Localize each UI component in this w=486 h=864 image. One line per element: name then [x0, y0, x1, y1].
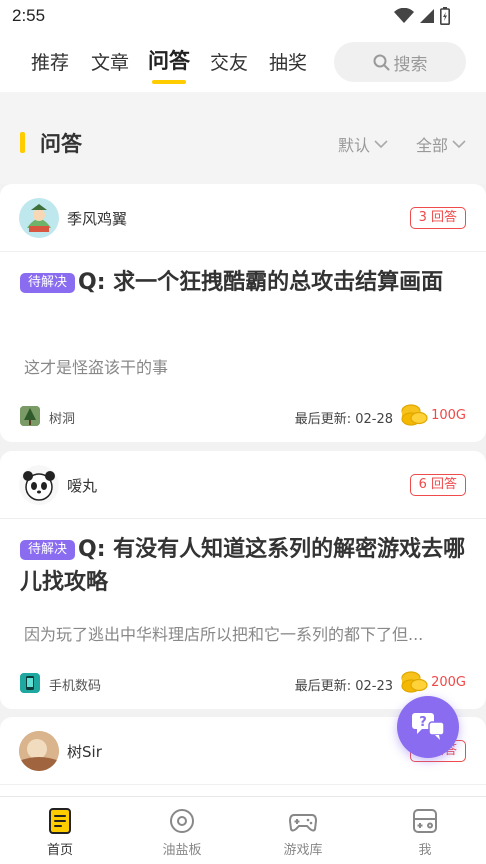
nav-home-label: 首页 [46, 843, 73, 858]
avatar[interactable] [19, 465, 59, 505]
answer-count-badge: 6 回答 [409, 474, 466, 496]
board-name[interactable]: 手机数码 [49, 675, 101, 694]
tab-lottery[interactable]: 抽奖 [269, 48, 307, 75]
coin-icon [401, 671, 428, 693]
question-card[interactable]: 季风鸡翼 3 回答 待解决 Q: 求一个狂拽酷霸的总攻击结算画面 这才是怪盗该干的… [0, 184, 486, 442]
bottom-nav: 首页 油盐板 游戏库 我 [0, 796, 486, 864]
ask-question-fab[interactable]: ? [397, 696, 459, 758]
status-icons [394, 7, 450, 25]
section-accent-bar [20, 132, 25, 153]
tab-articles[interactable]: 文章 [91, 48, 129, 75]
nav-board[interactable]: 油盐板 [122, 797, 242, 864]
avatar[interactable] [19, 198, 59, 238]
card-footer: 树洞 最后更新: 02-28 100G [20, 404, 466, 428]
status-tag: 待解决 [20, 540, 76, 560]
signal-icon [420, 9, 434, 23]
home-notepad-icon [49, 808, 71, 834]
board-icon [20, 673, 40, 693]
username[interactable]: 季风鸡翼 [67, 208, 127, 229]
nav-games-label: 游戏库 [283, 843, 323, 858]
range-filter[interactable]: 全部 [416, 132, 466, 156]
section-title: 问答 [40, 132, 82, 156]
status-tag: 待解决 [20, 273, 76, 293]
search-icon [373, 54, 389, 70]
tab-recommend[interactable]: 推荐 [31, 48, 69, 75]
question-title-text: Q: 有没有人知道这系列的解密游戏去哪儿找攻略 [20, 537, 466, 595]
search-placeholder: 搜索 [393, 54, 428, 75]
nav-me[interactable]: 我 [365, 797, 485, 864]
avatar-image [19, 198, 59, 238]
battery-icon [440, 7, 450, 25]
nav-games[interactable]: 游戏库 [243, 797, 363, 864]
top-nav: 推荐 文章 问答 交友 抽奖 搜索 [0, 32, 486, 92]
reward-amount: 100G [431, 408, 466, 423]
board-icon [20, 406, 40, 426]
nav-home[interactable]: 首页 [0, 797, 120, 864]
reward-amount: 200G [431, 675, 466, 690]
phone-icon [20, 673, 40, 693]
card-header: 嗳丸 6 回答 [0, 451, 486, 519]
question-title[interactable]: 待解决 Q: 有没有人知道这系列的解密游戏去哪儿找攻略 [20, 533, 468, 599]
chat-question-icon: ? [412, 713, 445, 740]
status-time: 2:55 [12, 6, 46, 25]
active-tab-indicator [152, 80, 186, 84]
card-header: 季风鸡翼 3 回答 [0, 184, 486, 252]
tab-friends[interactable]: 交友 [210, 48, 248, 75]
gamepad-icon [289, 814, 317, 832]
card-footer: 手机数码 最后更新: 02-23 200G [20, 671, 466, 695]
avatar[interactable] [19, 731, 59, 771]
search-box[interactable]: 搜索 [334, 42, 466, 82]
avatar-image [19, 465, 59, 505]
sort-filter-label: 默认 [338, 136, 371, 155]
board-name[interactable]: 树洞 [49, 408, 75, 427]
question-title[interactable]: 待解决 Q: 求一个狂拽酷霸的总攻击结算画面 [20, 266, 468, 299]
nav-board-label: 油盐板 [162, 843, 202, 858]
last-update: 最后更新: 02-28 [294, 412, 393, 427]
question-description: 因为玩了逃出中华料理店所以把和它一系列的都下了但... [24, 625, 424, 644]
question-title-text: Q: 求一个狂拽酷霸的总攻击结算画面 [78, 270, 444, 295]
section-header: 问答 默认 全部 [0, 92, 486, 184]
question-card[interactable]: 嗳丸 6 回答 待解决 Q: 有没有人知道这系列的解密游戏去哪儿找攻略 因为玩了逃… [0, 451, 486, 709]
tree-icon [20, 406, 40, 426]
tab-qa[interactable]: 问答 [148, 45, 190, 75]
coin-icon [401, 404, 428, 426]
game-console-icon [413, 809, 437, 833]
question-description: 这才是怪盗该干的事 [24, 358, 169, 377]
disc-icon [170, 809, 194, 833]
username[interactable]: 嗳丸 [67, 475, 97, 496]
sort-filter[interactable]: 默认 [338, 132, 388, 156]
answer-count-badge: 3 回答 [409, 207, 466, 229]
chevron-down-icon [452, 140, 466, 149]
wifi-icon [394, 8, 414, 23]
username[interactable]: 树Sir [67, 741, 102, 762]
avatar-image [19, 731, 59, 771]
chevron-down-icon [374, 140, 388, 149]
nav-me-label: 我 [418, 843, 432, 858]
status-bar: 2:55 [0, 0, 486, 32]
last-update: 最后更新: 02-23 [294, 679, 393, 694]
range-filter-label: 全部 [416, 136, 449, 155]
svg-text:?: ? [419, 715, 427, 730]
